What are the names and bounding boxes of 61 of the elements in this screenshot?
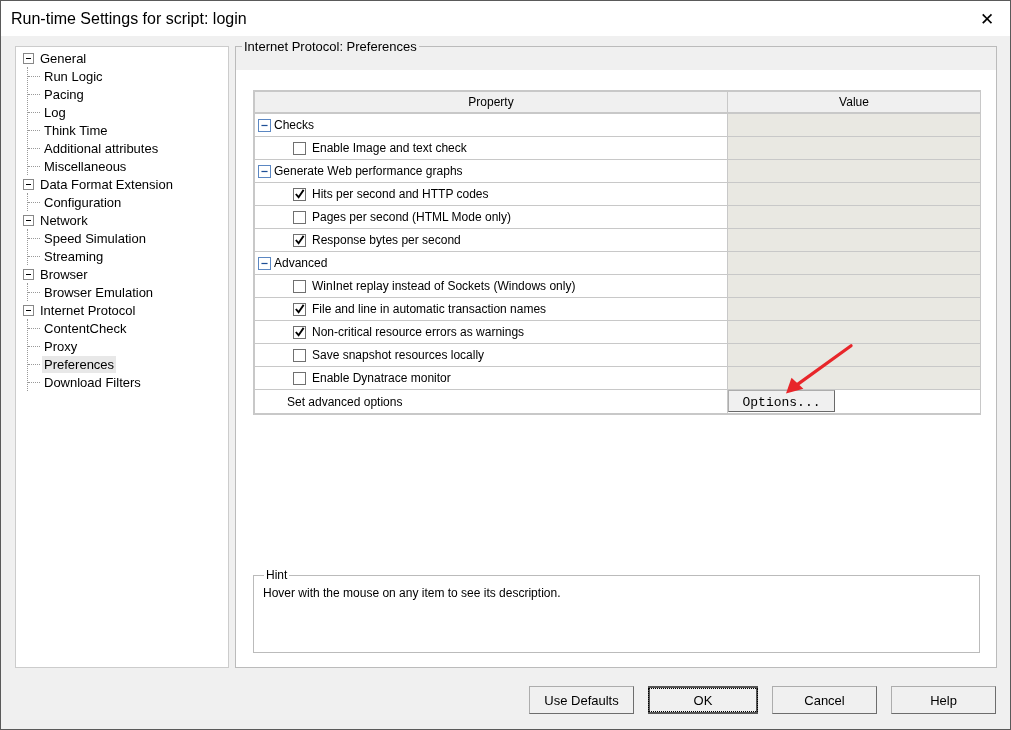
tree-item[interactable]: Think Time <box>42 121 110 139</box>
tree-item[interactable]: Miscellaneous <box>42 157 129 175</box>
collapse-icon[interactable] <box>23 214 34 226</box>
checkbox[interactable] <box>293 210 306 224</box>
checkbox[interactable] <box>293 141 306 155</box>
collapse-icon[interactable] <box>258 118 271 132</box>
tree-item[interactable]: Download Filters <box>42 373 143 391</box>
checkbox[interactable] <box>293 233 306 247</box>
collapse-icon[interactable] <box>258 164 271 178</box>
tree-item[interactable]: Browser <box>38 265 90 283</box>
tree-item[interactable]: Run Logic <box>42 67 105 85</box>
dialog-button[interactable]: Cancel <box>772 686 877 714</box>
checkbox[interactable] <box>293 325 306 339</box>
tree-item[interactable]: Browser Emulation <box>42 283 156 301</box>
group-title: Internet Protocol: Preferences <box>242 39 419 54</box>
checkbox[interactable] <box>293 302 306 316</box>
option-label: Hits per second and HTTP codes <box>312 187 489 201</box>
collapse-icon[interactable] <box>23 304 34 316</box>
option-label: Enable Image and text check <box>312 141 467 155</box>
close-button[interactable]: ✕ <box>964 1 1010 36</box>
tree-item[interactable]: Data Format Extension <box>38 175 175 193</box>
tree-item[interactable]: ContentCheck <box>42 319 129 337</box>
group-label: Generate Web performance graphs <box>274 164 463 178</box>
checkbox[interactable] <box>293 187 306 201</box>
dialog-button[interactable]: OK <box>648 686 758 714</box>
tree-item[interactable]: Network <box>38 211 90 229</box>
tree-item[interactable]: Streaming <box>42 247 106 265</box>
tree-item[interactable]: Additional attributes <box>42 139 161 157</box>
tree-item[interactable]: Configuration <box>42 193 124 211</box>
checkbox[interactable] <box>293 279 306 293</box>
option-label: Enable Dynatrace monitor <box>312 371 451 385</box>
dialog-button[interactable]: Help <box>891 686 996 714</box>
collapse-icon[interactable] <box>258 256 271 270</box>
column-header: Value <box>838 94 870 111</box>
collapse-icon[interactable] <box>23 268 34 280</box>
tree-item[interactable]: Log <box>42 103 68 121</box>
tree-item[interactable]: Internet Protocol <box>38 301 138 319</box>
dialog-button[interactable]: Use Defaults <box>529 686 634 714</box>
option-label: Pages per second (HTML Mode only) <box>312 210 511 224</box>
option-label: File and line in automatic transaction names <box>312 302 547 316</box>
collapse-icon[interactable] <box>23 178 34 190</box>
checkbox[interactable] <box>293 348 306 362</box>
tree-item[interactable]: General <box>38 49 89 67</box>
group-label: Advanced <box>274 256 328 270</box>
collapse-icon[interactable] <box>23 52 34 64</box>
tree-item[interactable]: Proxy <box>42 337 80 355</box>
option-label: Non-critical resource errors as warnings <box>312 325 525 339</box>
hint-title: Hint <box>264 568 290 582</box>
tree-item[interactable]: Preferences <box>42 355 117 373</box>
window-title: Run-time Settings for script: login <box>11 9 247 28</box>
column-header: Property <box>255 92 728 112</box>
tree-item[interactable]: Pacing <box>42 85 86 103</box>
tree-item[interactable]: Speed Simulation <box>42 229 148 247</box>
checkbox[interactable] <box>293 371 306 385</box>
option-label: Response bytes per second <box>312 233 461 247</box>
hint-text: Hover with the mouse on any item to see its description. <box>263 586 561 600</box>
option-label: Save snapshot resources locally <box>312 348 485 362</box>
option-label: Set advanced options <box>287 394 403 409</box>
option-label: WinInet replay instead of Sockets (Windows only) <box>312 279 576 293</box>
options-button[interactable]: Options... <box>728 390 835 412</box>
group-label: Checks <box>274 118 314 132</box>
